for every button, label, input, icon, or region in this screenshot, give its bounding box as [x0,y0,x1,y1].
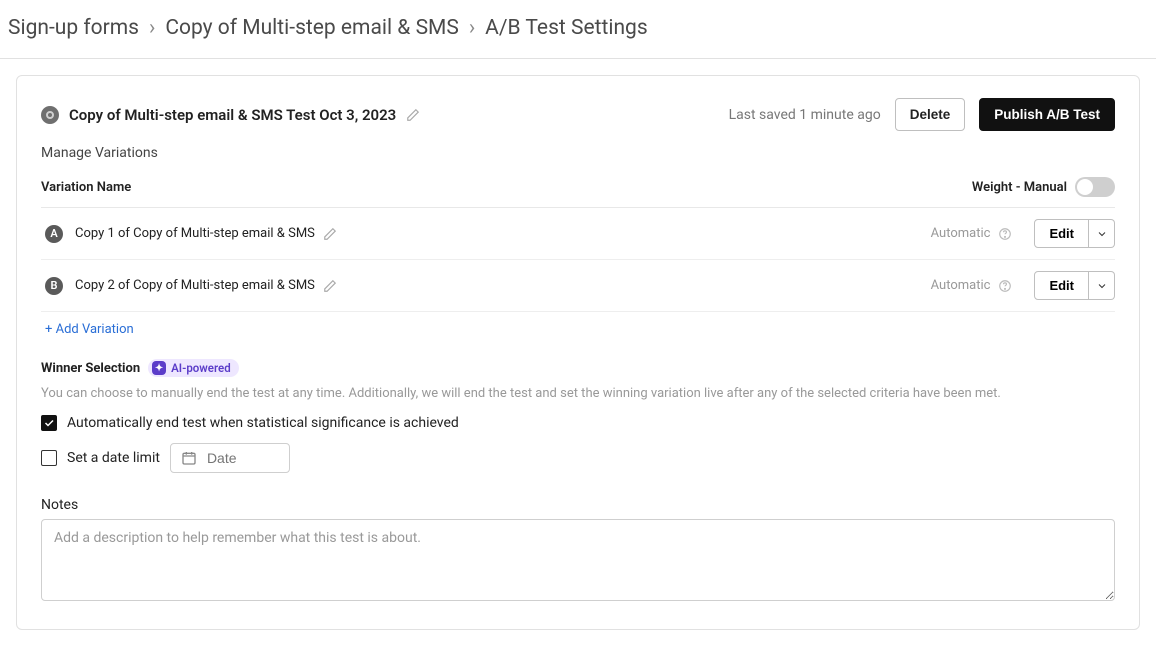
breadcrumb-parent[interactable]: Copy of Multi-step email & SMS [165,16,459,40]
test-title: Copy of Multi-step email & SMS Test Oct … [69,106,396,124]
edit-variation-caret[interactable] [1089,271,1115,300]
breadcrumb-root[interactable]: Sign-up forms [8,16,139,40]
variation-name: Copy 2 of Copy of Multi-step email & SMS [75,278,315,293]
variation-name: Copy 1 of Copy of Multi-step email & SMS [75,226,315,241]
test-icon [41,106,59,124]
breadcrumb-sep-1: › [149,16,155,40]
ab-test-card: Copy of Multi-step email & SMS Test Oct … [16,75,1140,630]
edit-variation-button[interactable]: Edit [1034,219,1089,248]
weight-toggle[interactable] [1075,177,1115,197]
ai-badge-text: AI-powered [171,361,231,375]
sparkle-icon: ✦ [152,361,166,375]
help-icon[interactable] [998,227,1012,241]
variation-mode: Automatic [931,226,991,241]
calendar-icon [181,450,197,466]
edit-variation-button[interactable]: Edit [1034,271,1089,300]
weight-label: Weight - Manual [972,180,1067,195]
delete-button[interactable]: Delete [895,98,966,131]
variation-letter: B [45,277,63,295]
ai-powered-badge: ✦ AI-powered [148,359,239,377]
variation-row: B Copy 2 of Copy of Multi-step email & S… [41,260,1115,312]
auto-end-label: Automatically end test when statistical … [67,415,459,431]
date-field[interactable] [205,449,265,467]
variation-mode: Automatic [931,278,991,293]
edit-variation-caret[interactable] [1089,219,1115,248]
date-limit-checkbox[interactable] [41,450,57,466]
edit-title-icon[interactable] [406,108,420,122]
breadcrumb-current: A/B Test Settings [485,16,648,40]
add-variation-link[interactable]: + Add Variation [41,312,1115,341]
winner-selection-row: Winner Selection ✦ AI-powered [41,359,1115,377]
card-header: Copy of Multi-step email & SMS Test Oct … [41,98,1115,131]
manage-variations-label: Manage Variations [41,145,1115,161]
date-input-wrapper[interactable] [170,443,290,473]
publish-button[interactable]: Publish A/B Test [979,98,1115,131]
last-saved-text: Last saved 1 minute ago [729,107,881,123]
variation-letter: A [45,225,63,243]
date-limit-label: Set a date limit [67,450,160,466]
variation-row: A Copy 1 of Copy of Multi-step email & S… [41,208,1115,260]
notes-label: Notes [41,497,1115,513]
auto-end-row: Automatically end test when statistical … [41,415,1115,431]
edit-variation-name-icon[interactable] [323,227,337,241]
winner-selection-label: Winner Selection [41,361,140,376]
breadcrumb: Sign-up forms › Copy of Multi-step email… [0,0,1156,59]
auto-end-checkbox[interactable] [41,415,57,431]
date-limit-row: Set a date limit [41,443,1115,473]
help-icon[interactable] [998,279,1012,293]
variations-header: Variation Name Weight - Manual [41,171,1115,208]
notes-textarea[interactable] [41,519,1115,601]
edit-variation-name-icon[interactable] [323,279,337,293]
winner-help-text: You can choose to manually end the test … [41,385,1115,403]
breadcrumb-sep-2: › [469,16,475,40]
variation-name-col: Variation Name [41,180,131,195]
